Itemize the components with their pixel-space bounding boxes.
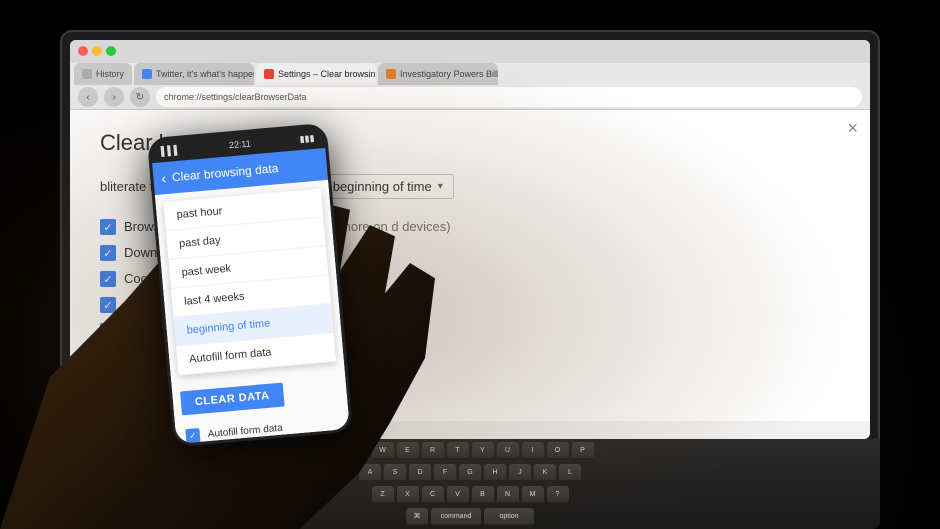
back-button[interactable]: ‹ — [78, 87, 98, 107]
phone-battery: ▮▮▮ — [299, 132, 315, 144]
phone-cb-autofill-box[interactable]: ✓ — [185, 428, 200, 443]
key-cmd-symbol[interactable]: ⌘ — [406, 508, 428, 526]
phone-dropdown-list: past hour past day past week last 4 week… — [163, 188, 336, 375]
key-b[interactable]: B — [472, 486, 494, 504]
cb-browsing-history-box[interactable]: ✓ — [100, 219, 116, 235]
cb-download-history-box[interactable]: ✓ — [100, 245, 116, 261]
phone-time: 22:11 — [229, 138, 252, 150]
key-d[interactable]: D — [409, 464, 431, 482]
key-j[interactable]: J — [509, 464, 531, 482]
titlebar — [70, 40, 870, 63]
reload-button[interactable]: ↻ — [130, 87, 150, 107]
close-dialog-button[interactable]: × — [847, 118, 858, 139]
phone-back-button[interactable]: ‹ — [161, 170, 167, 186]
key-f[interactable]: F — [434, 464, 456, 482]
tab-investigatory-favicon — [386, 69, 396, 79]
key-l[interactable]: L — [559, 464, 581, 482]
cb-cookies-box[interactable]: ✓ — [100, 271, 116, 287]
key-option[interactable]: option — [484, 508, 534, 526]
dropdown-arrow-icon: ▾ — [438, 181, 443, 192]
keyboard-row-3: Z X C V B N M ? — [372, 486, 569, 504]
key-c[interactable]: C — [422, 486, 444, 504]
close-traffic-light[interactable] — [78, 46, 88, 56]
address-bar-row: ‹ › ↻ chrome://settings/clearBrowserData — [70, 85, 870, 109]
key-h[interactable]: H — [484, 464, 506, 482]
phone-clear-data-button[interactable]: CLEAR DATA — [180, 383, 285, 416]
key-z[interactable]: Z — [372, 486, 394, 504]
key-p[interactable]: P — [572, 442, 594, 460]
tab-investigatory[interactable]: Investigatory Powers Bill rece... — [378, 63, 498, 85]
minimize-traffic-light[interactable] — [92, 46, 102, 56]
key-r[interactable]: R — [422, 442, 444, 460]
key-o[interactable]: O — [547, 442, 569, 460]
keyboard-row-2: A S D F G H J K L — [359, 464, 581, 482]
cb-cached-box[interactable]: ✓ — [100, 297, 116, 313]
key-s[interactable]: S — [384, 464, 406, 482]
forward-button[interactable]: › — [104, 87, 124, 107]
key-n[interactable]: N — [497, 486, 519, 504]
key-g[interactable]: G — [459, 464, 481, 482]
phone-signal: ▌▌▌ — [161, 145, 181, 157]
key-t[interactable]: T — [447, 442, 469, 460]
tab-twitter-favicon — [142, 69, 152, 79]
key-e[interactable]: E — [397, 442, 419, 460]
phone-content: past hour past day past week last 4 week… — [155, 180, 350, 444]
key-k[interactable]: K — [534, 464, 556, 482]
phone: ▌▌▌ 22:11 ▮▮▮ ‹ Clear browsing data past… — [147, 123, 353, 448]
phone-nav-title: Clear browsing data — [171, 161, 279, 184]
phone-cb-autofill-label: Autofill form data — [207, 422, 283, 439]
key-y[interactable]: Y — [472, 442, 494, 460]
tab-settings[interactable]: Settings – Clear browsing data — [256, 63, 376, 85]
maximize-traffic-light[interactable] — [106, 46, 116, 56]
browser-chrome: History Twitter, it's what's happening..… — [70, 40, 870, 110]
key-u[interactable]: U — [497, 442, 519, 460]
key-i[interactable]: I — [522, 442, 544, 460]
key-m[interactable]: M — [522, 486, 544, 504]
tab-history[interactable]: History — [74, 63, 132, 85]
key-v[interactable]: V — [447, 486, 469, 504]
keyboard-row-1: Q W E R T Y U I O P — [347, 442, 594, 460]
key-x[interactable]: X — [397, 486, 419, 504]
address-bar[interactable]: chrome://settings/clearBrowserData — [156, 87, 862, 107]
tab-twitter[interactable]: Twitter, it's what's happening... — [134, 63, 254, 85]
keyboard-row-4: ⌘ command option — [406, 508, 534, 526]
tab-settings-favicon — [264, 69, 274, 79]
key-command[interactable]: command — [431, 508, 481, 526]
tabs-bar: History Twitter, it's what's happening..… — [70, 63, 870, 86]
key-question[interactable]: ? — [547, 486, 569, 504]
tab-history-favicon — [82, 69, 92, 79]
